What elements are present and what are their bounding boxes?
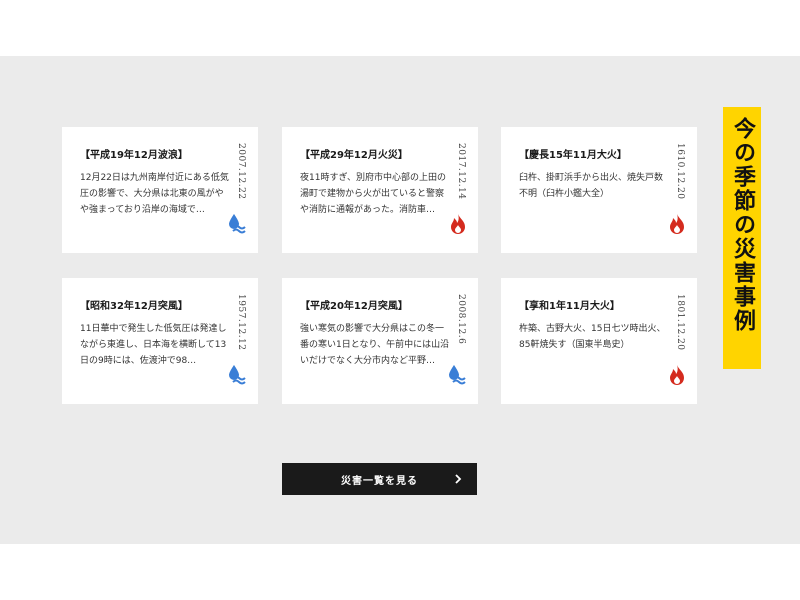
chevron-right-icon bbox=[455, 474, 462, 484]
fire-icon bbox=[670, 214, 684, 234]
disaster-card[interactable]: 【平成19年12月波浪】 12月22日は九州南岸付近にある低気圧の影響で、大分県… bbox=[62, 127, 258, 253]
fire-icon bbox=[451, 214, 465, 234]
card-date: 2017.12.14 bbox=[456, 143, 466, 200]
disaster-card[interactable]: 【享和1年11月大火】 杵築、古野大火、15日七ツ時出火、85軒焼失す（国東半島… bbox=[501, 278, 697, 404]
card-description: 杵築、古野大火、15日七ツ時出火、85軒焼失す（国東半島史） bbox=[519, 324, 666, 350]
disaster-card[interactable]: 【平成20年12月突風】 強い寒気の影響で大分県はこの冬一番の寒い1日となり、午… bbox=[282, 278, 478, 404]
card-description: 夜11時すぎ、別府市中心部の上田の湯町で建物から火が出ていると警察や消防に通報が… bbox=[300, 173, 447, 215]
card-title: 【慶長15年11月大火】 bbox=[519, 150, 627, 161]
card-description: 臼杵、掛町浜手から出火、焼失戸数不明（臼杵小鑑大全） bbox=[519, 173, 664, 199]
card-title: 【平成20年12月突風】 bbox=[300, 301, 408, 312]
card-description: 12月22日は九州南岸付近にある低気圧の影響で、大分県は北東の風がやや強まってお… bbox=[80, 173, 229, 215]
card-description: 強い寒気の影響で大分県はこの冬一番の寒い1日となり、午前中には山沿いだけでなく大… bbox=[300, 324, 450, 366]
disaster-card[interactable]: 【慶長15年11月大火】 臼杵、掛町浜手から出火、焼失戸数不明（臼杵小鑑大全） … bbox=[501, 127, 697, 253]
card-date: 1957.12.12 bbox=[236, 294, 246, 351]
view-disaster-list-label: 災害一覧を見る bbox=[341, 476, 418, 487]
card-date: 1801.12.20 bbox=[675, 294, 685, 351]
wave-icon bbox=[449, 365, 466, 385]
disaster-card[interactable]: 【平成29年12月火災】 夜11時すぎ、別府市中心部の上田の湯町で建物から火が出… bbox=[282, 127, 478, 253]
card-date: 2007.12.22 bbox=[236, 143, 246, 200]
wave-icon bbox=[229, 365, 246, 385]
card-description: 11日華中で発生した低気圧は発達しながら東進し、日本海を横断して13日の9時には… bbox=[80, 324, 227, 366]
card-title: 【昭和32年12月突風】 bbox=[80, 301, 188, 312]
fire-icon bbox=[670, 365, 684, 385]
card-title: 【享和1年11月大火】 bbox=[519, 301, 620, 312]
card-date: 1610.12.20 bbox=[675, 143, 685, 200]
wave-icon bbox=[229, 214, 246, 234]
card-title: 【平成29年12月火災】 bbox=[300, 150, 408, 161]
view-disaster-list-button[interactable]: 災害一覧を見る bbox=[282, 463, 477, 495]
card-date: 2008.12.6 bbox=[456, 294, 466, 345]
disaster-card[interactable]: 【昭和32年12月突風】 11日華中で発生した低気圧は発達しながら東進し、日本海… bbox=[62, 278, 258, 404]
section-heading-text: 今の季節の災害事例 bbox=[730, 117, 755, 333]
card-title: 【平成19年12月波浪】 bbox=[80, 150, 188, 161]
section-heading: 今の季節の災害事例 bbox=[723, 107, 761, 369]
